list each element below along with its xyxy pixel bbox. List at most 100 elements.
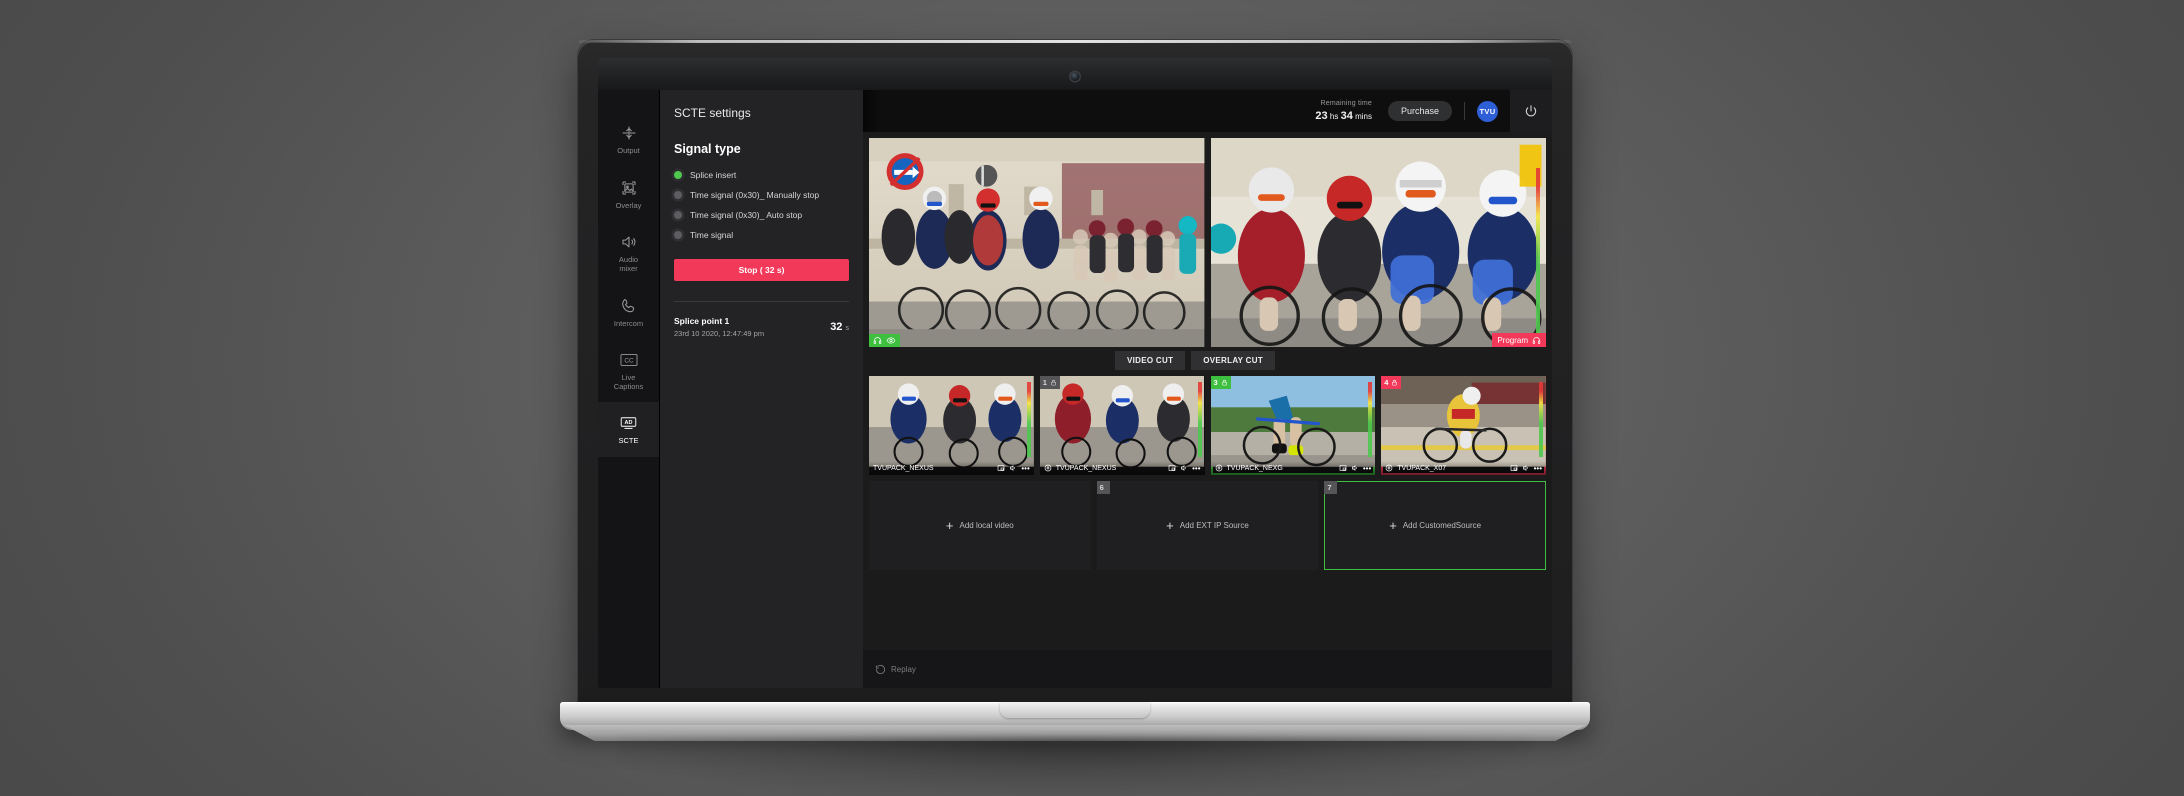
thumbnail-0-label: TVUPACK_NEXUS	[873, 464, 934, 472]
thumbnail-0-vu-meter	[1026, 382, 1031, 457]
plus-icon: +	[1166, 518, 1174, 533]
source-icon	[1044, 464, 1052, 472]
preview-left-status-chip[interactable]	[869, 334, 900, 347]
radio-splice-insert-label: Splice insert	[690, 170, 737, 180]
radio-time-signal-manual[interactable]: Time signal (0x30)_ Manually stop	[660, 185, 863, 205]
remaining-hours-unit: hs	[1329, 111, 1339, 121]
closed-caption-icon: CC	[619, 350, 639, 370]
preview-right-program[interactable]: Program	[1210, 138, 1546, 347]
program-vu-meter	[1536, 168, 1540, 341]
add-local-video-label: Add local video	[959, 521, 1014, 530]
video-cut-button[interactable]: VIDEO CUT	[1115, 351, 1186, 370]
laptop-shadow	[620, 738, 1530, 796]
picture-in-picture-icon[interactable]	[1510, 464, 1518, 472]
thumbnail-source-0[interactable]: TVUPACK_NEXUS •••	[869, 376, 1034, 475]
radio-splice-insert[interactable]: Splice insert	[660, 165, 863, 185]
overlay-cut-button[interactable]: OVERLAY CUT	[1191, 351, 1276, 370]
cut-buttons-row: VIDEO CUT OVERLAY CUT	[863, 347, 1552, 370]
sidebar-item-live-captions-label: Live Captions	[613, 373, 644, 391]
webcam-strip	[598, 58, 1552, 90]
tvu-producer-app: Remaining time 23 hs 34 mins Purchase TV…	[598, 90, 1552, 688]
remaining-hours: 23	[1315, 109, 1328, 122]
picture-in-picture-icon[interactable]	[997, 464, 1005, 472]
more-options-icon[interactable]: •••	[1534, 464, 1542, 473]
preview-left-video	[869, 138, 1205, 347]
thumbnail-0-footer: TVUPACK_NEXUS •••	[869, 461, 1034, 475]
program-badge-label: Program	[1497, 335, 1528, 345]
left-sidebar: Output Overlay Audio mixer Intercom CC L…	[598, 90, 660, 688]
replay-icon	[875, 664, 886, 674]
radio-indicator	[674, 191, 682, 199]
source-icon	[1385, 464, 1393, 472]
tvu-logo[interactable]: TVU	[1477, 100, 1498, 122]
picture-in-picture-icon[interactable]	[1168, 464, 1176, 472]
thumbnail-source-1[interactable]: 1 TVUPACK_NEXUS •••	[1039, 376, 1205, 475]
sidebar-item-scte[interactable]: AD SCTE	[598, 402, 659, 457]
more-options-icon[interactable]: •••	[1021, 464, 1029, 473]
picture-in-picture-icon[interactable]	[1339, 464, 1347, 472]
sidebar-item-intercom[interactable]: Intercom	[598, 285, 659, 340]
splice-duration-value: 32	[830, 321, 843, 333]
sidebar-item-audio-mixer[interactable]: Audio mixer	[598, 221, 659, 284]
thumbnail-2-label: TVUPACK_NEXG	[1226, 464, 1283, 472]
remaining-time-block: Remaining time 23 hs 34 mins	[1315, 100, 1376, 122]
laptop-screen: Remaining time 23 hs 34 mins Purchase TV…	[598, 90, 1552, 688]
power-button[interactable]	[1510, 90, 1552, 132]
remaining-mins-unit: mins	[1355, 111, 1372, 121]
thumbnail-source-2[interactable]: 3 TVUPACK_NEXG •••	[1210, 376, 1376, 475]
headphones-icon	[873, 337, 882, 344]
thumbnail-1-number-badge[interactable]: 1	[1039, 376, 1060, 389]
preview-right-video	[1210, 138, 1546, 347]
thumbnail-2-number-badge[interactable]: 3	[1210, 376, 1231, 389]
replay-bar[interactable]: Replay	[863, 650, 1552, 688]
radio-time-signal[interactable]: Time signal	[660, 225, 863, 245]
stop-button[interactable]: Stop ( 32 s)	[674, 259, 849, 281]
ad-icon: AD	[619, 413, 639, 433]
overlay-image-icon	[619, 178, 639, 198]
thumbnail-3-vu-meter	[1539, 382, 1543, 457]
add-customed-source-button[interactable]: 7 + Add CustomedSource	[1324, 481, 1547, 570]
radio-time-signal-auto[interactable]: Time signal (0x30)_ Auto stop	[660, 205, 863, 225]
thumbnail-1-footer: TVUPACK_NEXUS •••	[1039, 461, 1205, 475]
thumbnail-3-label: TVUPACK_X07	[1397, 464, 1447, 472]
speaker-icon[interactable]	[1351, 464, 1359, 472]
sidebar-item-output[interactable]: Output	[598, 112, 659, 167]
radio-time-signal-auto-label: Time signal (0x30)_ Auto stop	[690, 210, 803, 220]
plus-icon: +	[945, 518, 954, 533]
thumbnail-source-3[interactable]: 4 TVUPACK_X07 •••	[1381, 376, 1546, 475]
captions-label-line2: Captions	[613, 381, 644, 391]
radio-time-signal-label: Time signal	[690, 230, 734, 240]
phone-icon	[619, 296, 639, 316]
add-local-video-button[interactable]: + Add local video	[869, 481, 1091, 570]
more-options-icon[interactable]: •••	[1192, 464, 1200, 473]
thumbnail-3-footer: TVUPACK_X07 •••	[1381, 461, 1546, 475]
more-options-icon[interactable]: •••	[1363, 464, 1371, 473]
speaker-icon[interactable]	[1180, 464, 1188, 472]
sidebar-item-overlay-label: Overlay	[615, 200, 642, 210]
scte-settings-panel: SCTE settings Signal type Splice insert …	[660, 90, 863, 688]
sidebar-item-live-captions[interactable]: CC Live Captions	[598, 339, 659, 402]
thumbnail-2-footer: TVUPACK_NEXG •••	[1210, 461, 1376, 475]
program-badge[interactable]: Program	[1492, 333, 1546, 347]
splice-point-row[interactable]: Splice point 1 23rd 10 2020, 12:47:49 pm…	[660, 302, 863, 338]
add-ext-ip-number-badge: 6	[1096, 481, 1110, 494]
purchase-button[interactable]: Purchase	[1387, 101, 1452, 121]
add-ext-ip-source-button[interactable]: 6 + Add EXT IP Source	[1096, 481, 1319, 570]
thumbnail-0-video	[869, 376, 1034, 467]
thumbnail-3-number: 4	[1384, 378, 1389, 387]
lock-icon	[1051, 379, 1056, 386]
remaining-mins: 34	[1340, 109, 1353, 122]
thumbnail-2-number: 3	[1213, 378, 1218, 387]
lock-icon	[1392, 379, 1398, 386]
screen-bezel: Remaining time 23 hs 34 mins Purchase TV…	[598, 58, 1552, 688]
power-icon	[1525, 105, 1537, 117]
svg-text:CC: CC	[624, 358, 634, 365]
speaker-icon[interactable]	[1522, 464, 1530, 472]
sidebar-item-overlay[interactable]: Overlay	[598, 167, 659, 222]
speaker-icon[interactable]	[1009, 464, 1017, 472]
thumbnail-3-number-badge[interactable]: 4	[1381, 376, 1402, 389]
headphones-icon	[1532, 336, 1541, 344]
splice-point-name: Splice point 1	[674, 316, 730, 326]
add-ext-ip-number: 6	[1099, 483, 1104, 492]
preview-left[interactable]	[869, 138, 1205, 347]
